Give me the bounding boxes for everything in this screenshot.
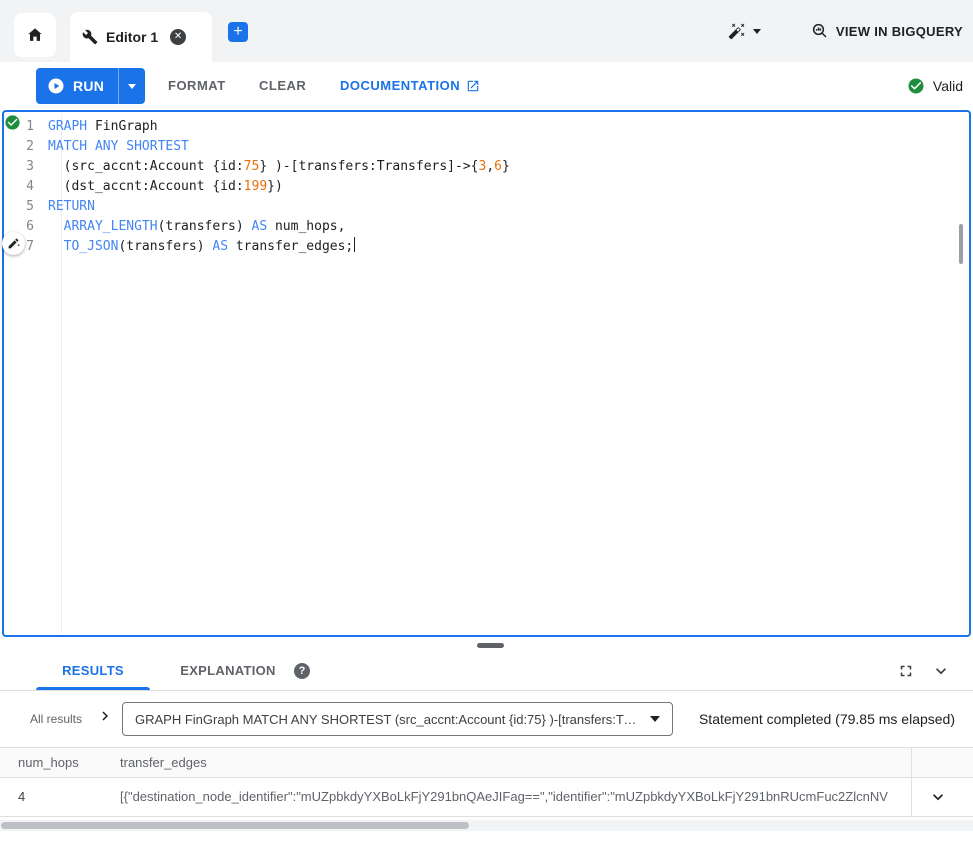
- chevron-down-icon: [753, 29, 761, 34]
- tab-results[interactable]: RESULTS: [36, 652, 150, 690]
- all-results-label: All results: [30, 691, 82, 747]
- code-line: 2MATCH ANY SHORTEST: [4, 137, 959, 157]
- editor-vertical-scrollbar[interactable]: [959, 224, 963, 264]
- documentation-button[interactable]: DOCUMENTATION: [340, 68, 480, 104]
- code-text: RETURN: [48, 197, 95, 217]
- cell-transfer-edges: [{"destination_node_identifier":"mUZpbkd…: [120, 778, 911, 816]
- tab-bar: Editor 1 ✕ + VIEW IN BIGQUERY: [0, 0, 973, 62]
- horizontal-scrollbar-track[interactable]: [0, 820, 973, 831]
- format-button-label: FORMAT: [168, 68, 226, 104]
- clear-button[interactable]: CLEAR: [259, 68, 306, 104]
- query-valid-status: Valid: [907, 68, 963, 104]
- tab-explanation[interactable]: EXPLANATION: [166, 652, 290, 690]
- view-in-bigquery-label: VIEW IN BIGQUERY: [836, 24, 963, 39]
- ai-assist-pen-icon: [7, 237, 20, 250]
- editor-toolbar: RUN FORMAT CLEAR DOCUMENTATION Valid: [0, 62, 973, 110]
- home-icon: [25, 25, 45, 45]
- cell-num-hops: 4: [18, 778, 25, 816]
- dropdown-caret-icon: [650, 716, 660, 722]
- add-tab-button[interactable]: +: [228, 22, 248, 42]
- code-line: 7 TO_JSON(transfers) AS transfer_edges;: [4, 237, 959, 257]
- code-line: 3 (src_accnt:Account {id:75} )-[transfer…: [4, 157, 959, 177]
- play-circle-icon: [47, 77, 65, 95]
- code-text: ARRAY_LENGTH(transfers) AS num_hops,: [48, 217, 345, 237]
- code-lines[interactable]: 1GRAPH FinGraph2MATCH ANY SHORTEST3 (src…: [4, 117, 959, 257]
- horizontal-scrollbar-thumb[interactable]: [1, 822, 469, 829]
- run-split-button: RUN: [36, 68, 145, 104]
- format-button[interactable]: FORMAT: [168, 68, 226, 104]
- text-cursor: [354, 237, 355, 252]
- code-text: (dst_accnt:Account {id:199}): [48, 177, 283, 197]
- external-link-icon: [466, 79, 480, 93]
- magic-wand-icon: [728, 22, 746, 40]
- query-valid-check-icon: [4, 114, 21, 131]
- valid-status-label: Valid: [933, 78, 963, 94]
- view-in-bigquery-button[interactable]: VIEW IN BIGQUERY: [811, 19, 963, 43]
- magic-wand-menu-button[interactable]: [728, 20, 761, 42]
- line-number: 2: [4, 137, 48, 157]
- column-header-num-hops: num_hops: [18, 748, 79, 777]
- line-number: 4: [4, 177, 48, 197]
- bigquery-magnifier-icon: [811, 22, 829, 40]
- documentation-button-label: DOCUMENTATION: [340, 68, 460, 104]
- help-icon[interactable]: ?: [294, 663, 310, 679]
- panel-resize-handle[interactable]: [477, 643, 504, 648]
- code-line: 1GRAPH FinGraph: [4, 117, 959, 137]
- run-button[interactable]: RUN: [36, 68, 118, 104]
- code-line: 4 (dst_accnt:Account {id:199}): [4, 177, 959, 197]
- fullscreen-icon[interactable]: [897, 662, 915, 680]
- code-line: 6 ARRAY_LENGTH(transfers) AS num_hops,: [4, 217, 959, 237]
- run-button-label: RUN: [73, 78, 104, 94]
- run-options-dropdown-button[interactable]: [118, 68, 145, 104]
- statement-dropdown[interactable]: GRAPH FinGraph MATCH ANY SHORTEST (src_a…: [122, 702, 673, 736]
- tab-editor-1[interactable]: Editor 1 ✕: [70, 12, 212, 62]
- editor-tab-label: Editor 1: [106, 29, 158, 45]
- sql-editor-panel[interactable]: 1GRAPH FinGraph2MATCH ANY SHORTEST3 (src…: [2, 110, 971, 637]
- clear-button-label: CLEAR: [259, 68, 306, 104]
- line-number: 3: [4, 157, 48, 177]
- code-text: TO_JSON(transfers) AS transfer_edges;: [48, 237, 355, 257]
- results-table-header: num_hops transfer_edges: [0, 747, 973, 778]
- query-selector-bar: All results GRAPH FinGraph MATCH ANY SHO…: [0, 691, 973, 747]
- statement-dropdown-value: GRAPH FinGraph MATCH ANY SHORTEST (src_a…: [135, 712, 640, 727]
- collapse-results-chevron-icon[interactable]: [931, 661, 951, 681]
- table-column-divider: [911, 747, 912, 817]
- chevron-right-icon[interactable]: [96, 707, 114, 725]
- home-tab-button[interactable]: [14, 13, 56, 57]
- expand-row-chevron-icon[interactable]: [928, 787, 948, 807]
- code-line: 5RETURN: [4, 197, 959, 217]
- chevron-down-icon: [128, 84, 136, 89]
- ai-assist-button[interactable]: [2, 232, 25, 255]
- results-tab-bar: RESULTS EXPLANATION ?: [0, 652, 973, 690]
- build-wrench-icon: [82, 29, 98, 45]
- code-text: (src_accnt:Account {id:75} )-[transfers:…: [48, 157, 510, 177]
- column-header-transfer-edges: transfer_edges: [120, 748, 207, 777]
- check-circle-icon: [907, 77, 925, 95]
- code-text: GRAPH FinGraph: [48, 117, 158, 137]
- bigquery-editor-app: Editor 1 ✕ + VIEW IN BIGQUERY RUN: [0, 0, 973, 855]
- code-text: MATCH ANY SHORTEST: [48, 137, 189, 157]
- table-row: 4 [{"destination_node_identifier":"mUZpb…: [0, 778, 973, 817]
- close-tab-icon[interactable]: ✕: [170, 29, 186, 45]
- line-number: 5: [4, 197, 48, 217]
- statement-status-text: Statement completed (79.85 ms elapsed): [699, 691, 955, 747]
